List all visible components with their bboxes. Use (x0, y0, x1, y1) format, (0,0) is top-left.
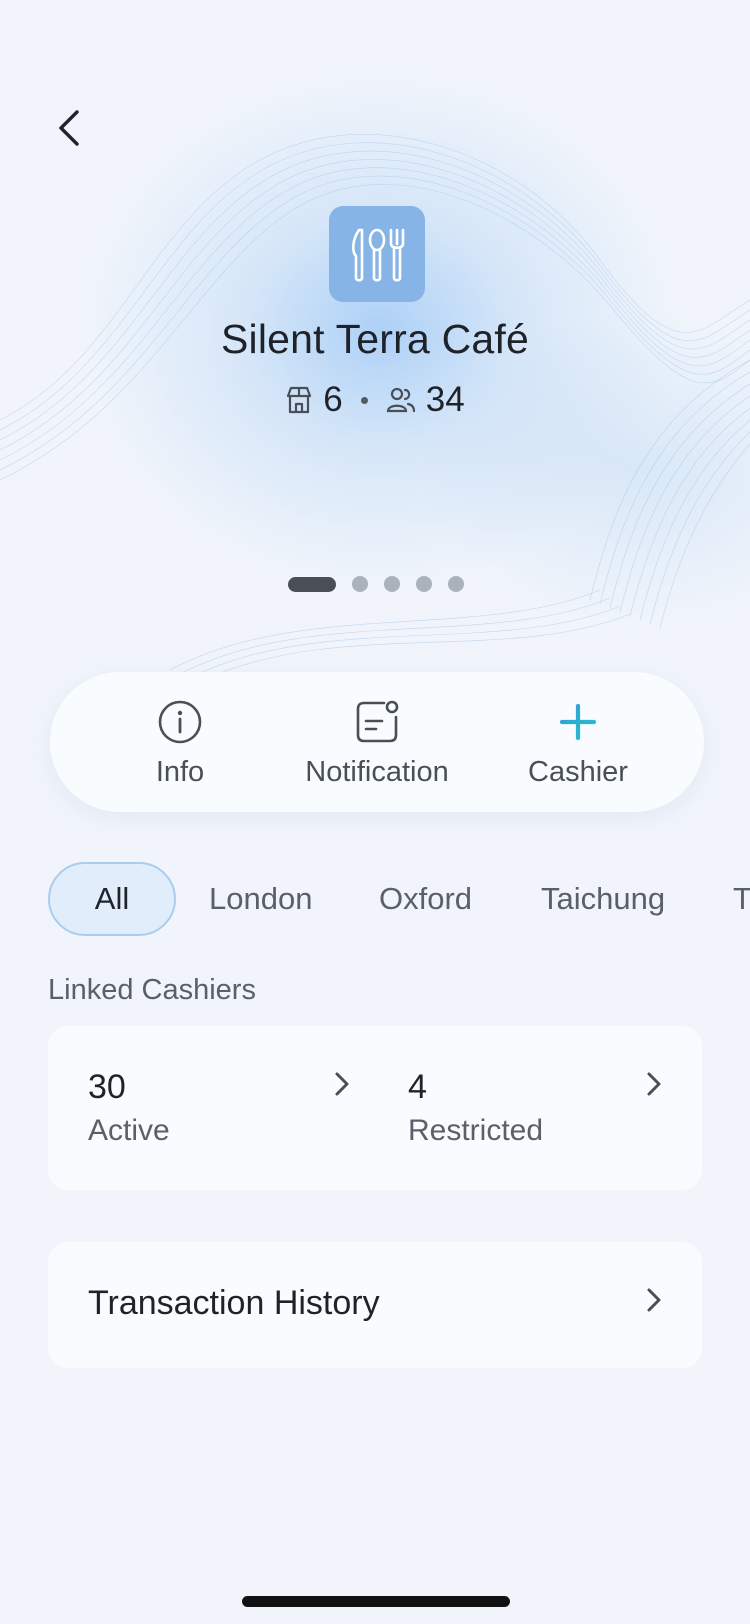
chevron-right-icon (335, 1072, 349, 1096)
notification-icon (356, 700, 399, 743)
location-filter: All London Oxford Taichung T (48, 862, 750, 936)
quick-actions: Info Notification Cashier (50, 672, 704, 812)
cashier-label: Cashier (528, 756, 628, 788)
home-indicator[interactable] (242, 1596, 510, 1607)
restricted-label: Restricted (408, 1114, 544, 1147)
chevron-right-icon (647, 1288, 661, 1312)
members-stat: 34 (386, 380, 465, 420)
linked-cashiers-card: 30 Active 4 Restricted (48, 1026, 702, 1190)
chevron-right-icon (647, 1072, 661, 1096)
separator-dot (360, 396, 368, 404)
page-dot-active[interactable] (288, 576, 336, 592)
screen: Silent Terra Café 6 34 Info Notification… (0, 0, 750, 1624)
filter-chip-london[interactable]: London (209, 862, 312, 936)
transaction-history-label: Transaction History (88, 1284, 380, 1322)
page-dot[interactable] (448, 576, 464, 592)
info-label: Info (155, 756, 205, 788)
active-cashiers[interactable]: 30 Active (48, 1026, 368, 1190)
info-icon (158, 700, 202, 744)
info-action[interactable]: Info (130, 672, 230, 812)
filter-chip-truncated[interactable]: T (733, 862, 750, 936)
branches-stat: 6 (285, 380, 343, 420)
members-count: 34 (425, 380, 465, 419)
users-icon (386, 387, 415, 413)
branches-count: 6 (323, 380, 343, 419)
section-title: Linked Cashiers (48, 974, 256, 1006)
page-dot[interactable] (352, 576, 368, 592)
filter-chip-oxford[interactable]: Oxford (379, 862, 472, 936)
restricted-count: 4 (408, 1068, 427, 1106)
page-indicator (288, 576, 480, 592)
store-name: Silent Terra Café (220, 316, 530, 362)
transaction-history-row[interactable]: Transaction History (48, 1242, 702, 1368)
plus-icon (559, 703, 597, 741)
notification-label: Notification (305, 756, 449, 788)
notification-action[interactable]: Notification (286, 672, 468, 812)
active-label: Active (88, 1114, 170, 1147)
filter-chip-all[interactable]: All (48, 862, 176, 936)
add-cashier-action[interactable]: Cashier (504, 672, 652, 812)
filter-chip-taichung[interactable]: Taichung (541, 862, 665, 936)
chevron-left-icon (59, 110, 79, 146)
page-dot[interactable] (384, 576, 400, 592)
store-stats: 6 34 (0, 380, 750, 420)
store-icon (287, 386, 312, 414)
utensils-icon (352, 228, 405, 282)
back-button[interactable] (46, 104, 94, 152)
store-logo (329, 206, 425, 302)
page-dot[interactable] (416, 576, 432, 592)
restricted-cashiers[interactable]: 4 Restricted (368, 1026, 702, 1190)
active-count: 30 (88, 1068, 126, 1106)
